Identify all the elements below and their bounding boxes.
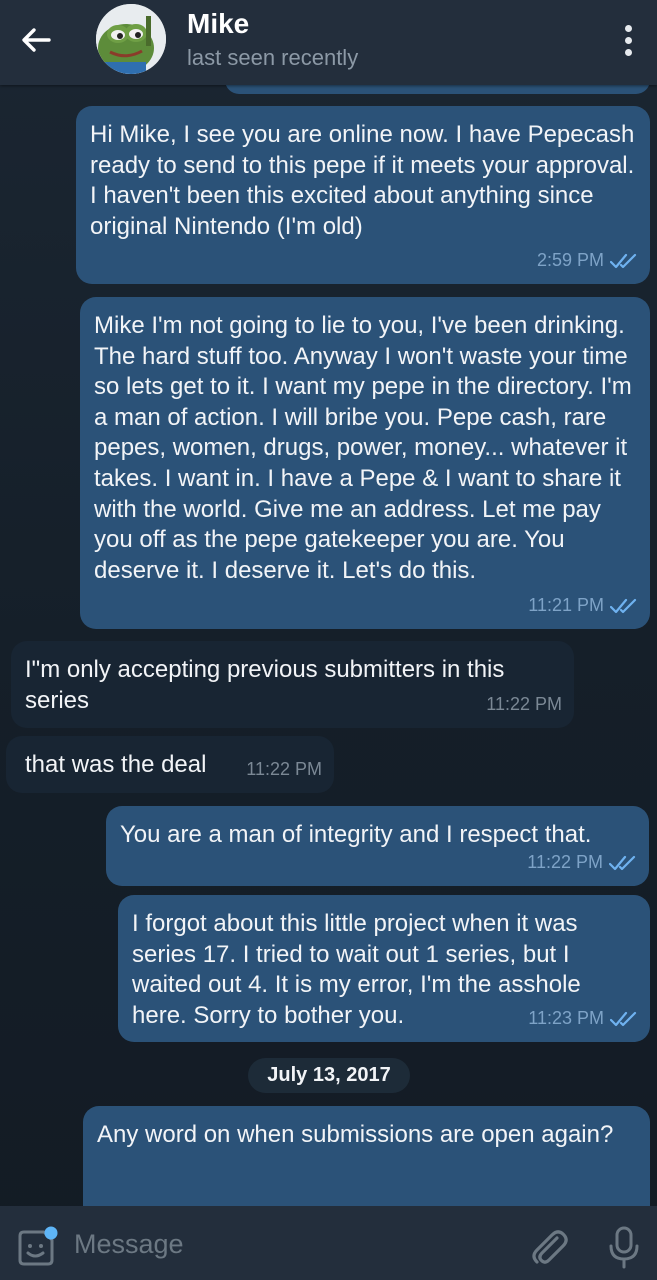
sticker-button[interactable] (14, 1226, 58, 1270)
double-check-icon (610, 598, 637, 613)
message-bubble-incoming[interactable]: that was the deal 11:22 PM (6, 736, 334, 793)
message-bubble-outgoing[interactable]: Mike I'm not going to lie to you, I've b… (80, 297, 650, 629)
message-text: You are a man of integrity and I respect… (120, 821, 592, 848)
message-meta: 11:22 PM (246, 754, 322, 785)
more-vertical-icon (624, 24, 632, 32)
more-menu-button[interactable] (612, 20, 644, 60)
arrow-left-icon (22, 28, 51, 52)
message-meta: 2:59 PM (537, 245, 638, 276)
message-meta: 11:22 PM (486, 689, 562, 720)
attach-button[interactable] (526, 1224, 570, 1268)
message-time: 11:22 PM (486, 694, 562, 715)
message-text: Hi Mike, I see you are online now. I hav… (90, 121, 635, 240)
double-check-icon (610, 253, 637, 268)
message-meta: 11:21 PM (528, 590, 638, 621)
message-bubble-outgoing[interactable]: I forgot about this little project when … (118, 895, 650, 1042)
microphone-icon (609, 1226, 639, 1269)
message-time: 11:23 PM (528, 1008, 604, 1029)
avatar[interactable] (96, 4, 166, 74)
more-vertical-icon (624, 48, 632, 56)
pepe-frog-avatar-image (96, 4, 166, 74)
message-meta: 11:22 PM (527, 847, 637, 878)
message-time: 2:59 PM (536, 250, 604, 271)
contact-name[interactable]: Mike (187, 8, 249, 40)
back-button[interactable] (14, 20, 58, 60)
message-text: Mike I'm not going to lie to you, I've b… (94, 312, 632, 584)
sticker-icon (18, 1226, 58, 1266)
message-bubble-outgoing[interactable]: Hi Mike, I see you are online now. I hav… (76, 106, 650, 284)
message-input[interactable] (74, 1224, 514, 1264)
message-time: 11:22 PM (527, 852, 603, 873)
message-meta: 11:23 PM (528, 1003, 638, 1034)
message-text: Any word on when submissions are open ag… (97, 1121, 614, 1148)
message-time: 11:21 PM (528, 595, 604, 616)
date-separator: July 13, 2017 (248, 1058, 410, 1093)
voice-record-button[interactable] (604, 1224, 644, 1272)
message-bubble-outgoing[interactable]: You are a man of integrity and I respect… (106, 806, 649, 886)
contact-status: last seen recently (187, 45, 359, 70)
message-text: that was the deal (25, 751, 207, 778)
double-check-icon (609, 855, 636, 870)
message-text: I"m only accepting previous submitters i… (25, 656, 505, 714)
message-composer (0, 1206, 657, 1280)
more-vertical-icon (624, 36, 632, 44)
double-check-icon (610, 1011, 637, 1026)
chat-header: Mike last seen recently (0, 0, 657, 85)
message-time: 11:22 PM (246, 759, 322, 780)
message-bubble-incoming[interactable]: I"m only accepting previous submitters i… (11, 641, 574, 728)
paperclip-icon (532, 1230, 568, 1264)
